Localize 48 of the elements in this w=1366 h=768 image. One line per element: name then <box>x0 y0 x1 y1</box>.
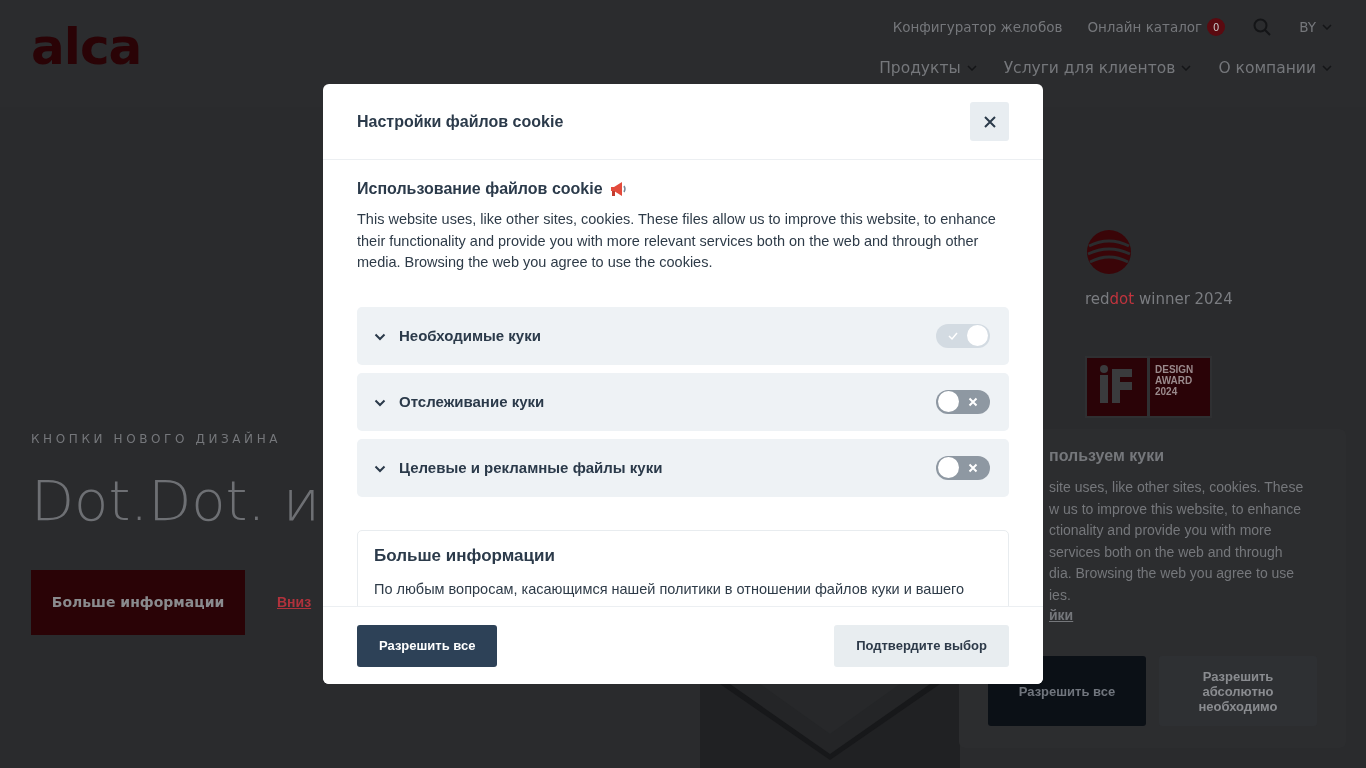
hero-title: Dot.Dot. и <box>31 470 320 532</box>
toggle-switch[interactable] <box>936 455 990 480</box>
toggle-switch[interactable] <box>936 389 990 414</box>
award-text: AWARD <box>1155 375 1194 386</box>
cart-badge: 0 <box>1207 18 1226 36</box>
dialog-button[interactable]: Разрешить все <box>357 624 498 667</box>
award-text: 2024 <box>1155 386 1179 397</box>
category-label: Целевые и рекламные файлы куки <box>399 459 664 476</box>
banner-text: ies. <box>1049 585 1072 605</box>
banner-button[interactable]: Разрешить абсолютно необходимо <box>1159 656 1317 726</box>
banner-text: site uses, like other sites, cookies. These <box>1049 478 1305 497</box>
cross-icon <box>968 462 978 473</box>
cookie-category-row[interactable]: Отслеживание куки <box>357 372 1009 431</box>
banner-title: пользуем куки <box>1049 447 1165 465</box>
banner-text: services both on the web and through <box>1049 542 1284 562</box>
top-link[interactable]: Конфигуратор желобов <box>892 19 1063 35</box>
banner-text: dia. Browsing the web you agree to use <box>1049 564 1296 583</box>
section-title: Использование файлов cookie <box>357 180 603 198</box>
dialog-button[interactable]: Подтвердите выбор <box>834 624 1009 667</box>
megaphone-icon <box>608 181 627 197</box>
category-label: Отслеживание куки <box>399 393 546 410</box>
intro-paragraph: This website uses, like other sites, cookies. These files allow us to improve this website, to enhance their functionality and provide you with more relevant services both on the web and through other media. Browsing the web you agree to use the cookies. <box>357 210 997 272</box>
category-label: Необходимые куки <box>399 327 542 344</box>
close-button[interactable] <box>970 102 1009 141</box>
cross-icon <box>968 396 978 407</box>
more-info-button[interactable]: Больше информации <box>31 569 245 635</box>
chevron-icon <box>374 399 386 407</box>
reddot-logo-icon <box>1085 228 1133 276</box>
cookie-category-row[interactable]: Целевые и рекламные файлы куки <box>357 438 1009 497</box>
nav-menu-item[interactable]: Продукты <box>879 59 961 77</box>
language-select[interactable]: BY <box>1299 19 1316 35</box>
top-link[interactable]: Онлайн каталог <box>1087 19 1203 35</box>
award-text: DESIGN <box>1155 364 1195 375</box>
nav-menu-item[interactable]: О компании <box>1218 59 1316 77</box>
chevron-icon <box>374 333 386 341</box>
award-caption: reddot winner 2024 <box>1085 290 1233 308</box>
card-title: Больше информации <box>374 545 556 566</box>
card-text: По любым вопросам, касающимся нашей политики в отношении файлов куки и вашего <box>374 580 966 597</box>
down-link[interactable]: Вниз <box>277 594 312 611</box>
dialog-title: Настройки файлов cookie <box>357 112 564 131</box>
banner-text: w us to improve this website, to enhance <box>1049 499 1303 519</box>
settings-link[interactable]: йки <box>1049 607 1074 623</box>
banner-text: ctionality and provide you with more <box>1049 521 1273 540</box>
close-icon <box>983 115 996 128</box>
chevron-icon <box>374 465 386 473</box>
eyebrow-text: КНОПКИ НОВОГО ДИЗАЙНА <box>31 432 283 446</box>
check-icon <box>948 330 958 341</box>
nav-menu-item[interactable]: Услуги для клиентов <box>1003 59 1176 77</box>
